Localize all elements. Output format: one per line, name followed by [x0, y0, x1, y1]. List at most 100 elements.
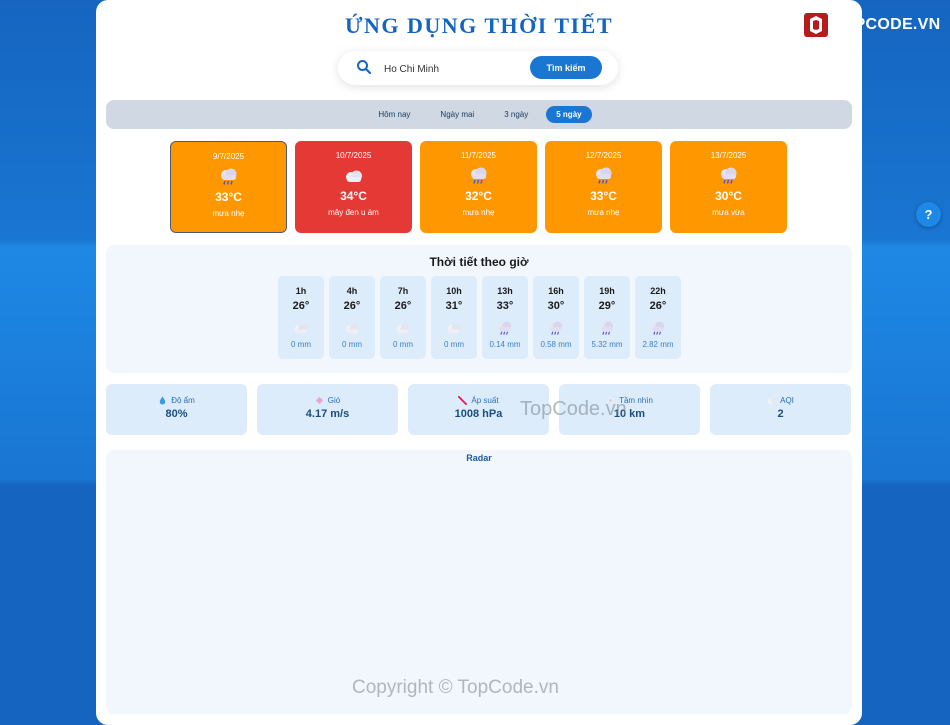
forecast-tabs: Hôm nay Ngày mai 3 ngày 5 ngày: [106, 100, 852, 129]
hour-time: 16h: [548, 286, 564, 296]
rain-cloud-icon: [220, 168, 236, 185]
hour-temp: 26°: [343, 300, 361, 312]
hour-time: 4h: [346, 286, 358, 296]
day-date: 10/7/2025: [335, 151, 372, 160]
hour-rain: 0.58 mm: [540, 340, 572, 349]
tab-5-days[interactable]: 5 ngày: [546, 106, 592, 123]
day-date: 11/7/2025: [461, 151, 496, 160]
hour-rain: 0.14 mm: [489, 340, 521, 349]
cloud-icon: [345, 324, 359, 334]
day-temp: 34°C: [340, 189, 367, 203]
help-button[interactable]: ?: [916, 202, 941, 227]
day-card[interactable]: 13/7/2025 30°C mưa vừa: [670, 141, 787, 233]
stat-aqi: AQI 2: [710, 384, 851, 435]
cloud-icon: [345, 170, 362, 182]
hour-card: 10h 31° 0 mm: [431, 276, 477, 359]
day-desc: mưa nhẹ: [587, 208, 620, 217]
tab-today[interactable]: Hôm nay: [366, 106, 422, 123]
day-card[interactable]: 9/7/2025 33°C mưa nhẹ: [170, 141, 287, 233]
day-temp: 33°C: [590, 189, 617, 203]
hour-temp: 31°: [445, 300, 463, 312]
day-date: 9/7/2025: [212, 152, 245, 161]
watermark: TopCode.vn: [520, 398, 627, 420]
hour-time: 7h: [397, 286, 409, 296]
hour-card: 16h 30° 0.58 mm: [533, 276, 579, 359]
hour-temp: 26°: [649, 300, 667, 312]
weather-stats: Độ ẩm 80% Gió 4.17 m/s Áp suất 1008 hPa …: [106, 384, 851, 435]
stat-value: 2: [777, 408, 784, 420]
day-desc: mưa nhẹ: [212, 209, 245, 218]
day-date: 12/7/2025: [585, 151, 622, 160]
air-icon: [768, 398, 776, 405]
stat-humidity: Độ ẩm 80%: [106, 384, 247, 435]
droplet-icon: [160, 396, 166, 405]
hour-card: 4h 26° 0 mm: [329, 276, 375, 359]
day-card[interactable]: 10/7/2025 34°C mây đen u ám: [295, 141, 412, 233]
stat-label: Độ ẩm: [171, 396, 195, 405]
hour-rain: 0 mm: [291, 340, 311, 349]
radar-panel: Radar: [106, 450, 852, 714]
copyright-watermark: Copyright © TopCode.vn: [352, 677, 559, 698]
day-card[interactable]: 12/7/2025 33°C mưa nhẹ: [545, 141, 662, 233]
brand-text: TOPCODE.VN: [832, 16, 941, 33]
hour-card: 19h 29° 5.32 mm: [584, 276, 630, 359]
hour-time: 22h: [650, 286, 666, 296]
cloud-icon: [294, 324, 308, 334]
stat-label: Gió: [327, 396, 341, 405]
search-input[interactable]: [382, 59, 526, 79]
search-box: Tìm kiếm: [338, 51, 618, 85]
cloud-icon: [447, 324, 461, 334]
rain-cloud-icon: [549, 321, 563, 335]
stat-value: 1008 hPa: [454, 408, 503, 420]
app-card: ỨNG DỤNG THỜI TIẾT Tìm kiếm Hôm nay Ngày…: [96, 0, 862, 725]
hour-card: 1h 26° 0 mm: [278, 276, 324, 359]
hour-temp: 26°: [394, 300, 412, 312]
rain-cloud-icon: [651, 321, 665, 335]
gauge-icon: [458, 396, 468, 405]
day-desc: mưa nhẹ: [462, 208, 495, 217]
tab-3-days[interactable]: 3 ngày: [492, 106, 540, 123]
radar-label: Radar: [466, 453, 492, 463]
cloud-icon: [396, 324, 410, 334]
hour-rain: 0 mm: [342, 340, 362, 349]
rain-cloud-icon: [600, 321, 614, 335]
hour-card: 7h 26° 0 mm: [380, 276, 426, 359]
hourly-title: Thời tiết theo giờ: [429, 255, 529, 269]
hour-rain: 2.82 mm: [642, 340, 674, 349]
stat-value: 4.17 m/s: [305, 408, 350, 420]
page-title: ỨNG DỤNG THỜI TIẾT: [344, 13, 614, 38]
brand-logo: TOPCODE.VN: [803, 12, 941, 38]
hour-rain: 0 mm: [393, 340, 413, 349]
hour-time: 1h: [295, 286, 307, 296]
hour-time: 10h: [446, 286, 462, 296]
day-desc: mưa vừa: [712, 208, 745, 217]
hour-rain: 5.32 mm: [591, 340, 623, 349]
wind-icon: [315, 396, 323, 405]
rain-cloud-icon: [470, 167, 486, 184]
hour-card: 13h 33° 0.14 mm: [482, 276, 528, 359]
hour-list: 1h 26° 0 mm 4h 26° 0 mm 7h 26° 0 mm 10h …: [278, 276, 681, 359]
stat-label: Áp suất: [471, 396, 499, 405]
hour-temp: 29°: [598, 300, 616, 312]
hour-temp: 33°: [496, 300, 514, 312]
stat-label: AQI: [780, 396, 794, 405]
day-card[interactable]: 11/7/2025 32°C mưa nhẹ: [420, 141, 537, 233]
hour-time: 13h: [497, 286, 513, 296]
stat-value: 80%: [165, 408, 188, 420]
tab-tomorrow[interactable]: Ngày mai: [428, 106, 486, 123]
hour-temp: 26°: [292, 300, 310, 312]
hour-rain: 0 mm: [444, 340, 464, 349]
day-temp: 33°C: [215, 190, 242, 204]
hour-time: 19h: [599, 286, 615, 296]
search-icon: [357, 60, 372, 75]
day-temp: 30°C: [715, 189, 742, 203]
day-desc: mây đen u ám: [328, 208, 379, 217]
hour-card: 22h 26° 2.82 mm: [635, 276, 681, 359]
rain-cloud-icon: [720, 167, 736, 184]
search-button[interactable]: Tìm kiếm: [530, 56, 602, 79]
hourly-forecast: Thời tiết theo giờ 1h 26° 0 mm 4h 26° 0 …: [106, 245, 852, 373]
day-temp: 32°C: [465, 189, 492, 203]
day-date: 13/7/2025: [710, 151, 747, 160]
stat-wind: Gió 4.17 m/s: [257, 384, 398, 435]
hour-temp: 30°: [547, 300, 565, 312]
